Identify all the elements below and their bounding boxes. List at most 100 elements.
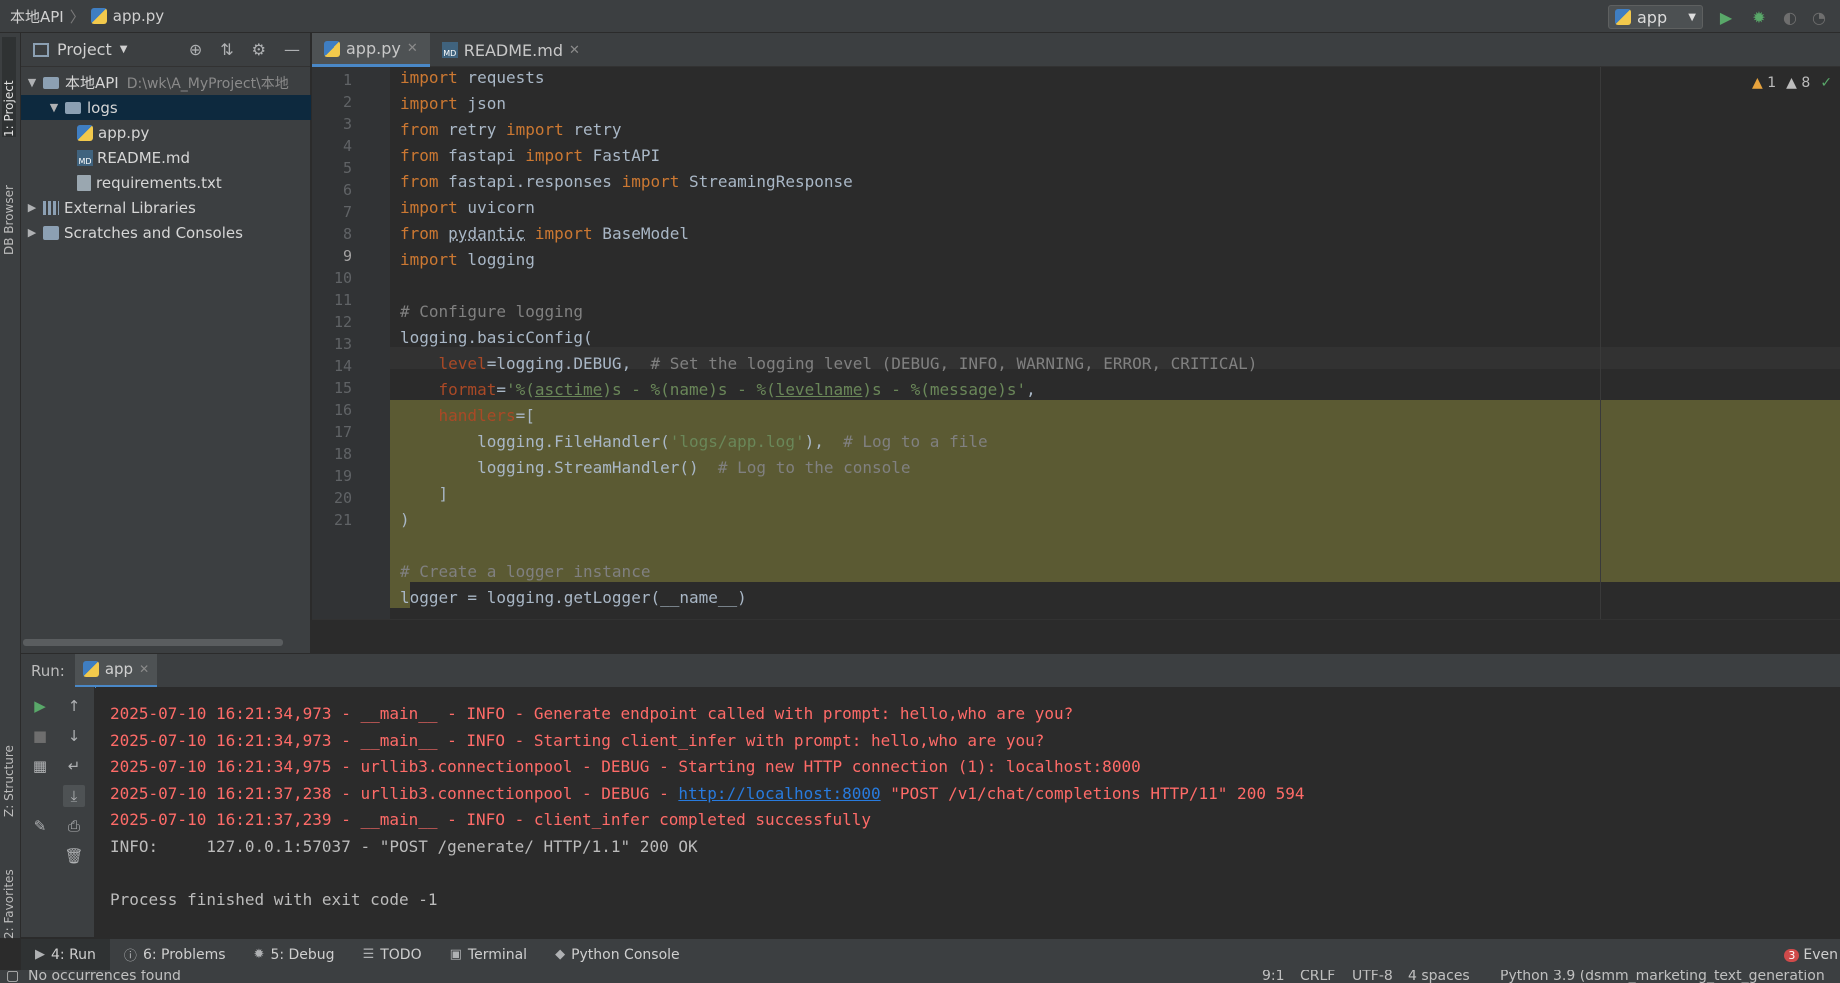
tab-favorites[interactable]: 2: Favorites (2, 829, 16, 939)
run-configuration-label: app (1637, 7, 1668, 27)
caret-position[interactable]: 9:1 (1262, 970, 1285, 983)
line-number: 7 (342, 203, 352, 221)
scroll-to-end-icon: ⤓ (70, 787, 78, 805)
tab-run[interactable]: ▶ 4: Run (21, 938, 110, 971)
gear-icon[interactable]: ⚙ (252, 40, 266, 59)
print-button[interactable]: ⎙ (63, 815, 85, 837)
folder-icon (65, 101, 81, 114)
console-line: INFO: 127.0.0.1:57037 - "POST /generate/… (110, 836, 698, 856)
console-line: 2025-07-10 16:21:37,238 - urllib3.connec… (110, 781, 1826, 808)
indent-setting[interactable]: 4 spaces (1408, 970, 1470, 983)
tab-app-py[interactable]: app.py ✕ (312, 33, 430, 67)
chevron-down-icon[interactable]: ▼ (25, 76, 39, 89)
tree-item-scratches[interactable]: ▶ Scratches and Consoles (21, 220, 311, 245)
coverage-button[interactable]: ◐ (1779, 6, 1801, 28)
tree-item-path: D:\wk\A_MyProject\本地 (126, 75, 289, 92)
code-line: import uvicorn (400, 198, 535, 217)
clear-button[interactable]: 🗑 (63, 845, 85, 867)
close-icon[interactable]: ✕ (407, 41, 418, 56)
rerun-button[interactable]: ▶ (29, 695, 51, 717)
code-line: from retry import retry (400, 120, 622, 139)
tree-item-requirements[interactable]: requirements.txt (21, 170, 311, 195)
locate-icon[interactable]: ⊕ (189, 40, 202, 59)
python-icon (82, 661, 99, 677)
close-icon[interactable]: ✕ (569, 43, 580, 58)
line-number: 2 (342, 93, 352, 111)
tab-python-console[interactable]: ◆ Python Console (541, 939, 694, 971)
code-line: format='%(asctime)s - %(name)s - %(level… (438, 380, 1036, 399)
chevron-down-icon[interactable]: ▼ (47, 101, 61, 114)
line-number: 14 (333, 357, 352, 375)
play-icon: ▶ (34, 697, 46, 715)
chevron-right-icon[interactable]: ▶ (25, 226, 39, 239)
tab-project[interactable]: 1: Project (2, 37, 16, 137)
chevron-right-icon[interactable]: ▶ (25, 201, 39, 214)
python-interpreter[interactable]: Python 3.9 (dsmm_marketing_text_generati… (1500, 970, 1825, 983)
debug-button[interactable]: ✹ (1748, 6, 1770, 28)
horizontal-scrollbar[interactable] (23, 639, 283, 646)
line-number: 20 (333, 489, 352, 507)
project-title[interactable]: Project (57, 40, 112, 59)
pin-icon: ✎ (33, 817, 47, 835)
run-configuration-select[interactable]: app ▼ (1608, 5, 1703, 29)
run-console[interactable]: 2025-07-10 16:21:34,973 - __main__ - INF… (96, 687, 1840, 937)
soft-wrap-button[interactable]: ↵ (63, 755, 85, 777)
tab-problems[interactable]: ⓘ 6: Problems (110, 939, 240, 971)
close-icon[interactable]: ✕ (139, 662, 149, 676)
warning-icon: ▲ (1752, 75, 1763, 91)
code-editor[interactable]: import requests import json from retry i… (390, 67, 1840, 619)
tree-item-readme[interactable]: MD README.md (21, 145, 311, 170)
scroll-down-button[interactable]: ↓ (63, 725, 85, 747)
pin-button[interactable]: ✎ (29, 815, 51, 837)
line-number: 18 (333, 445, 352, 463)
file-encoding[interactable]: UTF-8 (1352, 970, 1393, 983)
tree-item-logs[interactable]: ▼ logs (21, 95, 311, 120)
stop-button[interactable]: ■ (29, 725, 51, 747)
line-number: 21 (333, 511, 352, 529)
scroll-to-end-button[interactable]: ⤓ (63, 785, 85, 807)
breadcrumb-project[interactable]: 本地API (10, 6, 64, 27)
layout-button[interactable]: ▦ (29, 755, 51, 777)
profile-button[interactable]: ◔ (1808, 6, 1830, 28)
events-badge: 3 (1784, 948, 1800, 962)
minimize-icon[interactable]: — (284, 40, 300, 59)
weak-warnings-indicator[interactable]: ▲ 8 (1786, 75, 1810, 91)
event-log-tab[interactable]: 3 Even (1784, 939, 1840, 971)
code-line: logging.basicConfig( (400, 328, 593, 347)
tree-item-external-libraries[interactable]: ▶ External Libraries (21, 195, 311, 220)
code-line: ] (400, 484, 449, 503)
status-layout-icon[interactable]: ▢ (6, 970, 19, 983)
inspection-widget[interactable]: ▲ 1 ▲ 8 ✓ (1752, 75, 1832, 91)
tab-db-browser[interactable]: DB Browser (2, 145, 16, 255)
line-number: 3 (342, 115, 352, 133)
arrow-down-icon: ↓ (67, 727, 81, 745)
library-icon (43, 200, 59, 215)
editor-tab-bar: app.py ✕ MD README.md ✕ (312, 33, 1840, 67)
editor-horizontal-scrollbar[interactable] (312, 619, 1840, 653)
info-icon: ⓘ (123, 949, 137, 964)
python-file-icon (324, 40, 340, 57)
tree-item-project-root[interactable]: ▼ 本地API D:\wk\A_MyProject\本地 (21, 70, 311, 95)
run-tab-app[interactable]: app ✕ (74, 653, 158, 688)
status-bar: ▢ No occurrences found 9:1 CRLF UTF-8 4 … (0, 970, 1840, 983)
stop-icon: ■ (32, 727, 48, 745)
line-separator[interactable]: CRLF (1300, 970, 1335, 983)
scroll-up-button[interactable]: ↑ (63, 695, 85, 717)
warnings-indicator[interactable]: ▲ 1 (1752, 75, 1776, 91)
breadcrumb-file[interactable]: app.py (113, 7, 164, 25)
breadcrumb: 本地API 〉 app.py (0, 6, 164, 27)
console-line: 2025-07-10 16:21:34,973 - __main__ - INF… (110, 730, 1045, 750)
tab-terminal[interactable]: ▣ Terminal (436, 939, 541, 971)
collapse-all-icon[interactable]: ⇅ (220, 40, 233, 59)
line-number: 16 (333, 401, 352, 419)
tab-debug[interactable]: ✹ 5: Debug (240, 939, 349, 971)
tab-todo[interactable]: ☰ TODO (349, 939, 436, 971)
tree-item-app-py[interactable]: app.py (21, 120, 311, 145)
tab-structure[interactable]: Z: Structure (2, 707, 16, 817)
run-button[interactable]: ▶ (1715, 6, 1737, 28)
tree-item-label: logs (87, 98, 118, 117)
tab-readme[interactable]: MD README.md ✕ (430, 33, 592, 67)
chevron-down-icon[interactable]: ▼ (120, 44, 128, 55)
console-link[interactable]: http://localhost:8000 (678, 784, 880, 803)
weak-warning-icon: ▲ (1786, 75, 1797, 91)
